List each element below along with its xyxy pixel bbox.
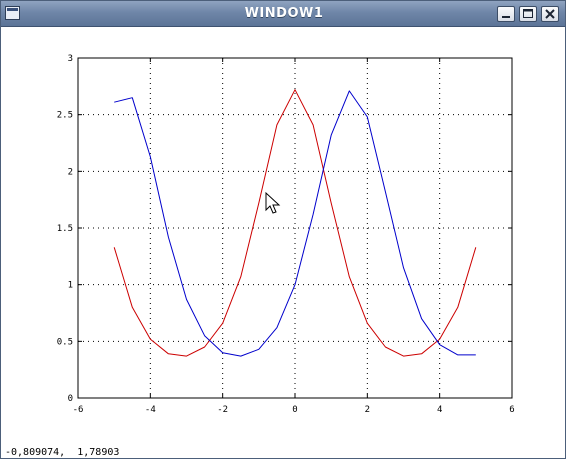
maximize-icon: [523, 9, 533, 18]
y-tick-label: 2: [68, 167, 73, 177]
plot-window: WINDOW1 -6 -4 -2 0 2 4 6 0 0.5 1 1.5 2 2.5 3 -0,80907…: [0, 0, 566, 459]
arrow-pointer-icon: [265, 191, 281, 214]
minimize-button[interactable]: [497, 6, 515, 22]
close-button[interactable]: [541, 6, 559, 22]
title-bar[interactable]: WINDOW1: [1, 1, 565, 27]
y-tick-label: 1.5: [57, 224, 73, 234]
x-tick-label: -2: [217, 405, 228, 415]
x-tick-label: 4: [437, 405, 442, 415]
x-tick-label: 6: [509, 405, 514, 415]
cursor-coordinates-readout: -0,809074, 1,78903: [5, 447, 120, 458]
y-tick-label: 3: [68, 54, 73, 64]
minimize-icon: [502, 16, 510, 18]
x-tick-label: 2: [365, 405, 370, 415]
y-tick-label: 2.5: [57, 111, 73, 121]
window-title: WINDOW1: [244, 6, 324, 21]
maximize-button[interactable]: [519, 6, 537, 22]
y-tick-label: 1: [68, 281, 73, 291]
x-tick-label: -6: [73, 405, 84, 415]
x-tick-label: -4: [145, 405, 156, 415]
line-chart[interactable]: -6 -4 -2 0 2 4 6 0 0.5 1 1.5 2 2.5 3: [2, 27, 566, 459]
y-tick-label: 0.5: [57, 337, 73, 347]
series-line-1: [113, 89, 477, 357]
plot-area[interactable]: -6 -4 -2 0 2 4 6 0 0.5 1 1.5 2 2.5 3: [2, 27, 566, 459]
x-tick-label: 0: [292, 405, 297, 415]
close-icon: [545, 9, 555, 19]
y-tick-label: 0: [68, 394, 73, 404]
